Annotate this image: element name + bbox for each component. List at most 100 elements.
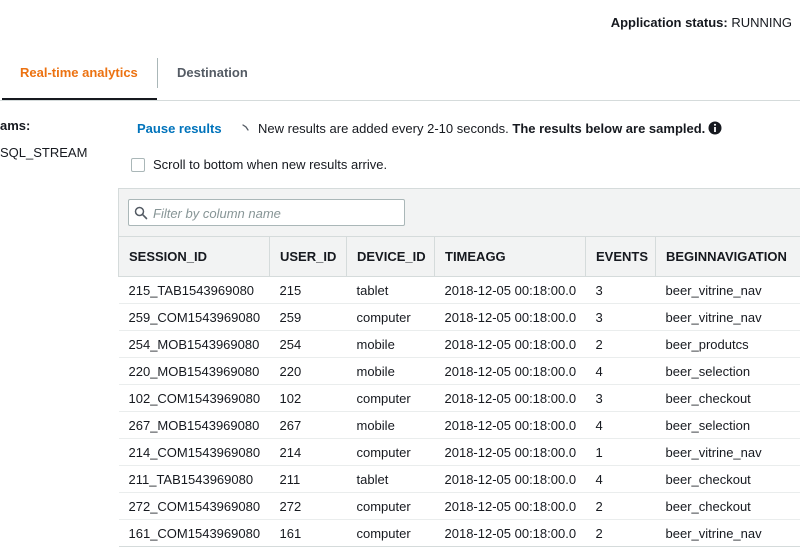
cell-events: 3 — [586, 277, 656, 304]
stream-item-sql-stream[interactable]: SQL_STREAM — [0, 145, 87, 160]
results-table: SESSION_ID USER_ID DEVICE_ID TIMEAGG EVE… — [118, 236, 800, 547]
column-header-session-id[interactable]: SESSION_ID — [119, 237, 270, 277]
cell-timeagg: 2018-12-05 00:18:00.0 — [435, 493, 586, 520]
cell-events: 3 — [586, 304, 656, 331]
application-status-value: RUNNING — [731, 15, 792, 30]
cell-events: 4 — [586, 358, 656, 385]
table-row: 214_COM1543969080214computer2018-12-05 0… — [119, 439, 800, 466]
cell-device-id: computer — [347, 439, 435, 466]
column-header-device-id[interactable]: DEVICE_ID — [347, 237, 435, 277]
cell-beginnavigation: beer_selection — [656, 358, 800, 385]
column-header-user-id[interactable]: USER_ID — [270, 237, 347, 277]
cell-beginnavigation: beer_selection — [656, 412, 800, 439]
cell-beginnavigation: beer_checkout — [656, 385, 800, 412]
cell-session-id: 102_COM1543969080 — [119, 385, 270, 412]
search-icon — [134, 206, 148, 220]
table-row: 211_TAB1543969080211tablet2018-12-05 00:… — [119, 466, 800, 493]
scroll-to-bottom-label[interactable]: Scroll to bottom when new results arrive… — [153, 157, 387, 172]
tab-real-time-analytics-label: Real-time analytics — [2, 65, 138, 80]
cell-events: 3 — [586, 385, 656, 412]
cell-device-id: computer — [347, 493, 435, 520]
cell-beginnavigation: beer_vitrine_nav — [656, 439, 800, 466]
cell-beginnavigation: beer_vitrine_nav — [656, 304, 800, 331]
cell-device-id: tablet — [347, 277, 435, 304]
cell-timeagg: 2018-12-05 00:18:00.0 — [435, 520, 586, 547]
cell-events: 2 — [586, 331, 656, 358]
cell-timeagg: 2018-12-05 00:18:00.0 — [435, 304, 586, 331]
tab-real-time-analytics[interactable]: Real-time analytics — [2, 56, 157, 100]
results-notice-text: New results are added every 2-10 seconds… — [258, 121, 509, 136]
table-row: 267_MOB1543969080267mobile2018-12-05 00:… — [119, 412, 800, 439]
tab-divider — [157, 58, 158, 88]
cell-timeagg: 2018-12-05 00:18:00.0 — [435, 358, 586, 385]
table-row: 254_MOB1543969080254mobile2018-12-05 00:… — [119, 331, 800, 358]
tabs-divider-line — [0, 100, 800, 101]
cell-events: 2 — [586, 493, 656, 520]
info-icon[interactable] — [708, 121, 722, 135]
column-header-timeagg[interactable]: TIMEAGG — [435, 237, 586, 277]
cell-session-id: 272_COM1543969080 — [119, 493, 270, 520]
cell-user-id: 267 — [270, 412, 347, 439]
cell-timeagg: 2018-12-05 00:18:00.0 — [435, 331, 586, 358]
table-header-row: SESSION_ID USER_ID DEVICE_ID TIMEAGG EVE… — [119, 237, 800, 277]
cell-device-id: mobile — [347, 331, 435, 358]
cell-device-id: tablet — [347, 466, 435, 493]
table-row: 215_TAB1543969080215tablet2018-12-05 00:… — [119, 277, 800, 304]
results-table-body: 215_TAB1543969080215tablet2018-12-05 00:… — [119, 277, 800, 547]
cell-device-id: computer — [347, 520, 435, 547]
table-row: 102_COM1543969080102computer2018-12-05 0… — [119, 385, 800, 412]
column-header-beginnavigation[interactable]: BEGINNAVIGATION — [656, 237, 800, 277]
cell-session-id: 215_TAB1543969080 — [119, 277, 270, 304]
cell-session-id: 267_MOB1543969080 — [119, 412, 270, 439]
cell-user-id: 214 — [270, 439, 347, 466]
cell-user-id: 259 — [270, 304, 347, 331]
table-row: 272_COM1543969080272computer2018-12-05 0… — [119, 493, 800, 520]
cell-session-id: 254_MOB1543969080 — [119, 331, 270, 358]
cell-session-id: 214_COM1543969080 — [119, 439, 270, 466]
results-notice: New results are added every 2-10 seconds… — [258, 121, 705, 136]
cell-timeagg: 2018-12-05 00:18:00.0 — [435, 385, 586, 412]
cell-user-id: 211 — [270, 466, 347, 493]
pause-results-link[interactable]: Pause results — [137, 121, 222, 136]
filter-input-placeholder: Filter by column name — [153, 206, 281, 221]
table-row: 161_COM1543969080161computer2018-12-05 0… — [119, 520, 800, 547]
streams-heading: ams: — [0, 118, 30, 133]
cell-events: 4 — [586, 412, 656, 439]
results-notice-bold: The results below are sampled. — [512, 121, 705, 136]
cell-device-id: computer — [347, 304, 435, 331]
filter-input[interactable]: Filter by column name — [128, 199, 405, 226]
cell-beginnavigation: beer_checkout — [656, 493, 800, 520]
tab-bar: Real-time analytics Destination — [0, 56, 800, 100]
table-row: 259_COM1543969080259computer2018-12-05 0… — [119, 304, 800, 331]
tab-destination[interactable]: Destination — [177, 56, 248, 100]
cell-device-id: mobile — [347, 358, 435, 385]
loading-spinner-icon — [242, 124, 249, 131]
cell-user-id: 215 — [270, 277, 347, 304]
column-header-events[interactable]: EVENTS — [586, 237, 656, 277]
cell-session-id: 211_TAB1543969080 — [119, 466, 270, 493]
cell-session-id: 220_MOB1543969080 — [119, 358, 270, 385]
cell-user-id: 102 — [270, 385, 347, 412]
cell-timeagg: 2018-12-05 00:18:00.0 — [435, 277, 586, 304]
application-status: Application status: RUNNING — [611, 15, 792, 30]
cell-session-id: 259_COM1543969080 — [119, 304, 270, 331]
cell-events: 2 — [586, 520, 656, 547]
cell-beginnavigation: beer_vitrine_nav — [656, 520, 800, 547]
table-row: 220_MOB1543969080220mobile2018-12-05 00:… — [119, 358, 800, 385]
cell-timeagg: 2018-12-05 00:18:00.0 — [435, 439, 586, 466]
filter-toolbar: Filter by column name — [118, 188, 800, 236]
cell-user-id: 220 — [270, 358, 347, 385]
cell-beginnavigation: beer_produtcs — [656, 331, 800, 358]
cell-user-id: 161 — [270, 520, 347, 547]
scroll-to-bottom-checkbox[interactable] — [131, 158, 145, 172]
cell-events: 4 — [586, 466, 656, 493]
cell-session-id: 161_COM1543969080 — [119, 520, 270, 547]
cell-beginnavigation: beer_checkout — [656, 466, 800, 493]
cell-user-id: 254 — [270, 331, 347, 358]
cell-device-id: computer — [347, 385, 435, 412]
application-status-label: Application status: — [611, 15, 728, 30]
cell-timeagg: 2018-12-05 00:18:00.0 — [435, 412, 586, 439]
cell-beginnavigation: beer_vitrine_nav — [656, 277, 800, 304]
cell-device-id: mobile — [347, 412, 435, 439]
cell-user-id: 272 — [270, 493, 347, 520]
